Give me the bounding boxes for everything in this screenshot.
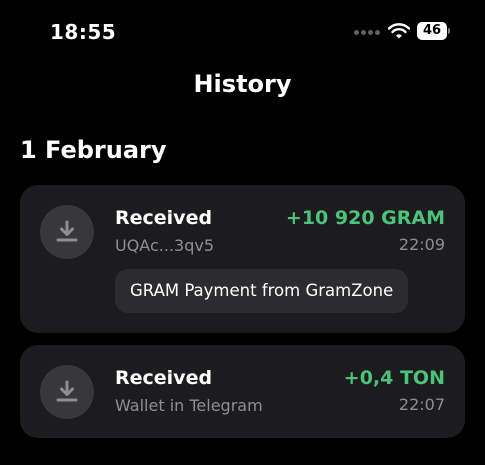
transaction-type: Received bbox=[115, 207, 213, 229]
status-time: 18:55 bbox=[50, 20, 117, 44]
section-date-header: 1 February bbox=[20, 136, 167, 164]
battery-level: 46 bbox=[417, 22, 447, 40]
transaction-amount: +0,4 TON bbox=[343, 367, 445, 389]
battery-icon: 46 bbox=[417, 22, 450, 40]
transaction-time: 22:09 bbox=[398, 235, 445, 254]
transaction-card[interactable]: Received Wallet in Telegram +0,4 TON 22:… bbox=[20, 345, 465, 438]
transaction-time: 22:07 bbox=[398, 395, 445, 414]
wifi-icon bbox=[388, 23, 410, 39]
transaction-sender: Wallet in Telegram bbox=[115, 396, 263, 415]
signal-dots-icon bbox=[354, 30, 380, 36]
transaction-type: Received bbox=[115, 367, 213, 389]
transaction-address: UQAc...3qv5 bbox=[115, 236, 215, 255]
transaction-amount: +10 920 GRAM bbox=[285, 207, 445, 229]
download-arrow-icon bbox=[40, 365, 94, 419]
page-title: History bbox=[193, 70, 292, 98]
status-bar: 18:55 46 bbox=[0, 0, 485, 64]
download-arrow-icon bbox=[40, 205, 94, 259]
transaction-card[interactable]: Received UQAc...3qv5 +10 920 GRAM 22:09 … bbox=[20, 185, 465, 333]
transaction-comment: GRAM Payment from GramZone bbox=[115, 269, 409, 313]
